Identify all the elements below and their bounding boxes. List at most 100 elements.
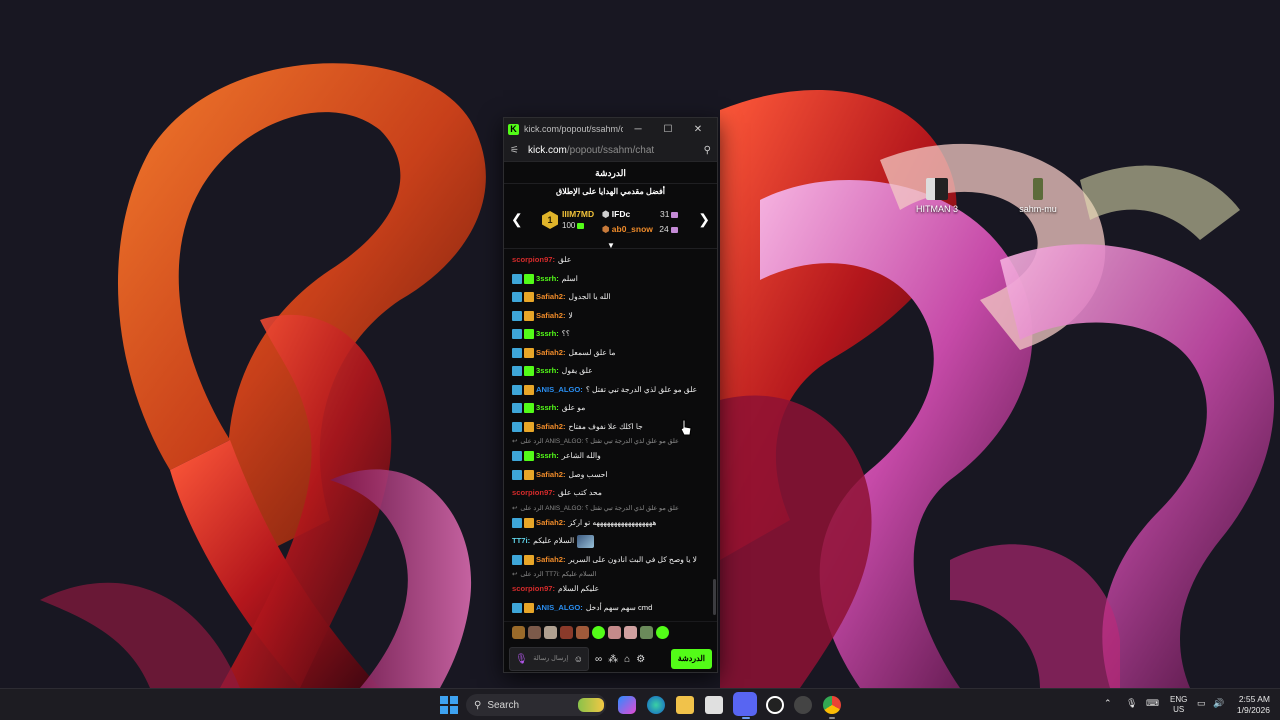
chat-username[interactable]: ANIS_ALGO: <box>536 381 583 400</box>
url-path: /popout/ssahm/chat <box>566 145 655 156</box>
chat-username[interactable]: Safiah2: <box>536 466 566 485</box>
chat-message-text: هههههههههههههههههه تو اركز <box>568 517 657 527</box>
chat-username[interactable]: Safiah2: <box>536 551 566 570</box>
chat-message[interactable]: Safiah2: ما علق لسمعل <box>512 344 711 363</box>
chat-message[interactable]: 3ssrh: علق يقول <box>512 362 711 381</box>
close-button[interactable]: ✕ <box>683 118 713 140</box>
close-icon: ✕ <box>693 123 703 135</box>
chat-username[interactable]: Safiah2: <box>536 514 566 533</box>
chat-message[interactable]: Safiah2: لا يا وصح كل في البث انادون على … <box>512 551 711 570</box>
edge-browser-icon[interactable] <box>647 696 665 714</box>
reply-context[interactable]: ↩ الرد على TT7i: السلام عليكم <box>512 569 711 580</box>
chat-username[interactable]: 3ssrh: <box>536 270 559 289</box>
volume-icon[interactable]: 🔊 <box>1213 698 1224 709</box>
chat-username[interactable]: Safiah2: <box>536 307 566 326</box>
chat-username[interactable]: 3ssrh: <box>536 399 559 418</box>
input-language-indicator[interactable]: ENG US <box>1170 695 1187 715</box>
reply-text: الرد على ANIS_ALGO: علق مو علق لذي الدرج… <box>520 438 679 445</box>
chat-username[interactable]: Safiah2: <box>536 344 566 363</box>
chat-username[interactable]: 3ssrh: <box>536 325 559 344</box>
microphone-icon[interactable]: 🎙 <box>515 654 528 665</box>
taskbar-clock[interactable]: 2:55 AM 1/9/2026 <box>1230 694 1270 716</box>
leaderboard-next-button[interactable]: ❯ <box>698 211 710 228</box>
chat-message[interactable]: Safiah2: لا <box>512 307 711 326</box>
game-app-icon[interactable] <box>794 696 812 714</box>
chat-message[interactable]: Safiah2: الله يا الجدول <box>512 288 711 307</box>
keyboard-icon[interactable]: ⌨ <box>1146 698 1159 709</box>
chat-username[interactable]: 3ssrh: <box>536 362 559 381</box>
emote-icon[interactable] <box>624 626 637 639</box>
file-explorer-icon[interactable] <box>676 696 694 714</box>
emote-icon[interactable] <box>560 626 573 639</box>
emote-icon[interactable] <box>528 626 541 639</box>
microphone-icon[interactable]: 🎙 <box>1126 698 1137 709</box>
chat-username[interactable]: Safiah2: <box>536 418 566 437</box>
chrome-browser-icon[interactable] <box>823 696 841 714</box>
chat-message[interactable]: scorpion97: عليكم السلام <box>512 580 711 599</box>
chat-username[interactable]: 3ssrh: <box>536 447 559 466</box>
minimize-button[interactable]: ─ <box>623 118 653 140</box>
start-button[interactable] <box>440 696 458 714</box>
search-icon[interactable]: ⚲ <box>704 145 711 156</box>
desktop-icon-sahm-mu[interactable]: sahm-mu <box>1003 178 1073 214</box>
chat-username[interactable]: scorpion97: <box>512 251 555 270</box>
leader-first-name: IIIM7MD <box>562 209 595 219</box>
taskbar-search-box[interactable]: ⚲ Search <box>466 694 606 716</box>
emote-icon[interactable] <box>656 626 669 639</box>
reply-context[interactable]: ↩ الرد على ANIS_ALGO: علق مو علق لذي الدر… <box>512 503 711 514</box>
chat-message[interactable]: Safiah2: هههههههههههههههههه تو اركز <box>512 514 711 533</box>
leader-first[interactable]: IIIM7MD 100 <box>562 209 594 230</box>
chat-message[interactable]: scorpion97: محد كتب علق <box>512 484 711 503</box>
address-url[interactable]: kick.com/popout/ssahm/chat <box>528 145 704 156</box>
chat-message[interactable]: ANIS_ALGO: سهم سهم أدخل cmd <box>512 599 711 618</box>
chat-message[interactable]: 3ssrh: والله الشاعر <box>512 447 711 466</box>
emote-icon[interactable] <box>592 626 605 639</box>
settings-app-icon[interactable] <box>766 696 784 714</box>
copilot-icon[interactable] <box>618 696 636 714</box>
leaderboard-prev-button[interactable]: ❮ <box>511 211 523 228</box>
moderator-badge-icon <box>512 310 522 321</box>
send-chat-button[interactable]: الدردشة <box>670 649 712 669</box>
emote-icon[interactable] <box>608 626 621 639</box>
show-hidden-icons-button[interactable]: ⌃ <box>1104 698 1112 709</box>
reply-context[interactable]: ↩ الرد على ANIS_ALGO: علق مو علق لذي الدر… <box>512 436 711 447</box>
chat-username[interactable]: Safiah2: <box>536 288 566 307</box>
chat-message[interactable]: Safiah2: احسب وصل <box>512 466 711 485</box>
site-settings-icon[interactable]: ⚟ <box>510 145 524 156</box>
chat-message-input[interactable]: 🎙 إرسال رسالة ☺ <box>509 647 589 671</box>
chat-message[interactable]: 3ssrh: ؟؟ <box>512 325 711 344</box>
leader-second[interactable]: ⬢ IFDc <box>602 209 630 220</box>
chat-message[interactable]: scorpion97: علق <box>512 251 711 270</box>
window-titlebar[interactable]: K kick.com/popout/ssahm/ch... ─ ☐ ✕ <box>504 118 717 140</box>
reply-icon: ↩ <box>512 571 518 578</box>
chat-message[interactable]: ANIS_ALGO: علق مو علق لذي الدرجة تبي تقتل… <box>512 381 711 400</box>
maximize-button[interactable]: ☐ <box>653 118 683 140</box>
chat-username[interactable]: TT7i: <box>512 532 530 551</box>
emote-icon[interactable] <box>512 626 525 639</box>
chat-username[interactable]: ANIS_ALGO: <box>536 599 583 618</box>
chat-username[interactable]: scorpion97: <box>512 580 555 599</box>
chat-message[interactable]: 3ssrh: مو علق <box>512 399 711 418</box>
chat-username[interactable]: scorpion97: <box>512 484 555 503</box>
desktop-icon-hitman3[interactable]: HITMAN 3 <box>902 178 972 214</box>
discord-icon[interactable] <box>733 692 757 716</box>
gift-shop-icon[interactable]: ⌂ <box>624 654 630 665</box>
chat-scrollbar[interactable] <box>713 579 716 615</box>
hitman3-icon <box>926 178 948 200</box>
chat-message[interactable]: TT7i: السلام عليكم <box>512 532 711 551</box>
leader-third[interactable]: ⬢ ab0_snow 24 <box>602 224 678 235</box>
network-icon[interactable]: ▭ <box>1197 698 1206 709</box>
emote-icon[interactable] <box>576 626 589 639</box>
emote-icon[interactable] <box>544 626 557 639</box>
address-bar[interactable]: ⚟ kick.com/popout/ssahm/chat ⚲ <box>504 140 717 162</box>
emote-icon[interactable] <box>640 626 653 639</box>
chat-message[interactable]: 3ssrh: اسلم <box>512 270 711 289</box>
microsoft-store-icon[interactable] <box>705 696 723 714</box>
subscriber-badge-icon <box>524 329 534 340</box>
channel-points-icon[interactable]: ∞ <box>595 654 602 665</box>
users-icon[interactable]: ⁂ <box>608 654 618 665</box>
lang-region: US <box>1173 705 1185 714</box>
gear-icon[interactable]: ⚙ <box>636 654 645 665</box>
emoji-icon[interactable]: ☺ <box>574 654 583 664</box>
gift-icon <box>671 211 679 218</box>
